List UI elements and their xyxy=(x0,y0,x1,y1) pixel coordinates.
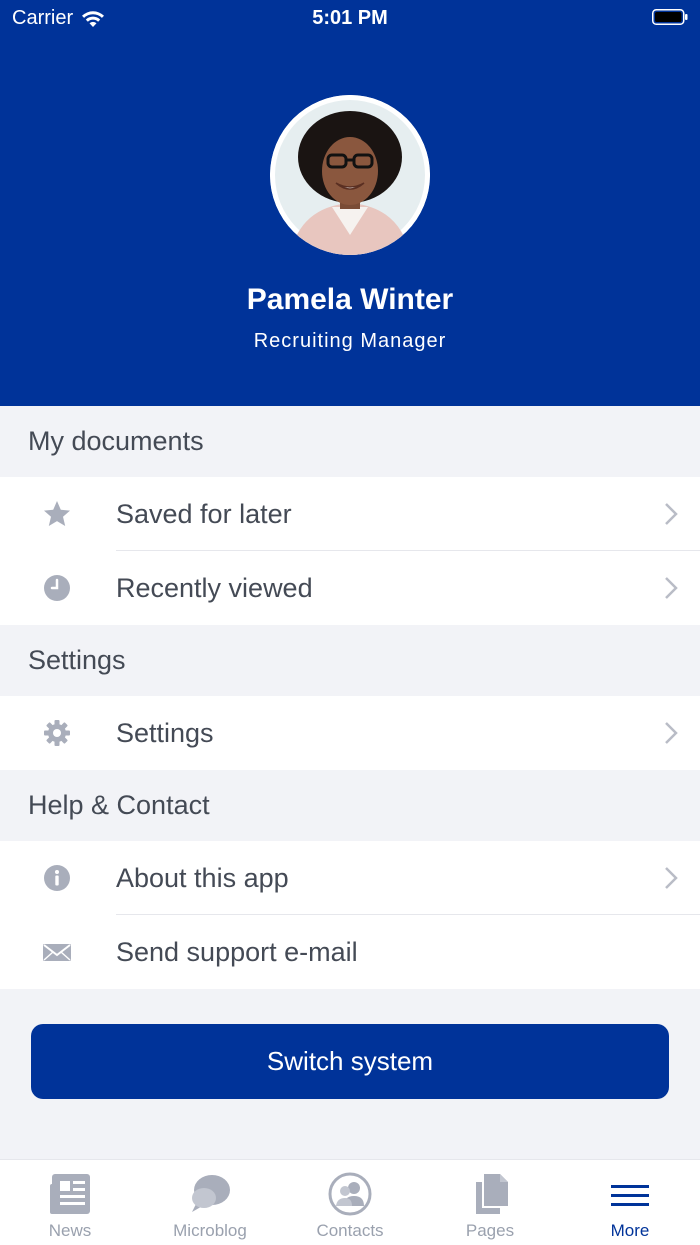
pages-icon xyxy=(476,1174,508,1214)
profile-name: Pamela Winter xyxy=(246,283,454,316)
profile-header: Pamela Winter Recruiting Manager xyxy=(0,0,700,406)
section-header-my-documents: My documents xyxy=(0,406,700,476)
row-saved-for-later[interactable]: Saved for later xyxy=(0,477,700,551)
row-label: About this app xyxy=(116,863,289,893)
row-label: Send support e-mail xyxy=(116,937,358,967)
tab-microblog[interactable]: Microblog xyxy=(140,1160,280,1245)
switch-system-label: Switch system xyxy=(266,1046,434,1076)
row-label: Saved for later xyxy=(116,499,292,529)
battery-icon xyxy=(652,9,688,25)
tab-pages[interactable]: Pages xyxy=(420,1160,560,1245)
avatar-image xyxy=(270,95,430,255)
tab-more[interactable]: More xyxy=(560,1160,700,1245)
row-settings[interactable]: Settings xyxy=(0,696,700,770)
tab-label: More xyxy=(610,1221,650,1240)
status-time: 5:01 PM xyxy=(312,7,388,29)
newspaper-icon xyxy=(50,1174,90,1214)
tab-label: Pages xyxy=(465,1221,515,1240)
row-about-this-app[interactable]: About this app xyxy=(0,841,700,915)
section-header-help-contact: Help & Contact xyxy=(0,770,700,840)
row-label: Recently viewed xyxy=(116,573,313,603)
switch-system-button[interactable]: Switch system xyxy=(31,1024,669,1099)
profile-role: Recruiting Manager xyxy=(253,330,447,352)
tab-bar: News Microblog Contacts Pages More xyxy=(0,1159,700,1245)
section-header-settings: Settings xyxy=(0,625,700,695)
tab-news[interactable]: News xyxy=(0,1160,140,1245)
row-send-support-email[interactable]: Send support e-mail xyxy=(0,915,700,989)
menu-icon xyxy=(611,1185,649,1206)
chevron-right-icon xyxy=(665,867,678,889)
gear-icon xyxy=(44,720,70,746)
chevron-right-icon xyxy=(665,722,678,744)
chevron-right-icon xyxy=(665,577,678,599)
section-title: Settings xyxy=(28,645,126,675)
row-label: Settings xyxy=(116,718,214,748)
row-recently-viewed[interactable]: Recently viewed xyxy=(0,551,700,625)
avatar xyxy=(270,95,430,255)
chat-bubble-icon xyxy=(192,1175,230,1212)
clock-icon xyxy=(44,575,70,601)
contacts-icon xyxy=(328,1172,372,1216)
mail-icon xyxy=(43,944,71,961)
tab-label: Microblog xyxy=(173,1221,247,1240)
tab-contacts[interactable]: Contacts xyxy=(280,1160,420,1245)
section-title: My documents xyxy=(28,426,204,456)
chevron-right-icon xyxy=(665,503,678,525)
tab-label: News xyxy=(48,1221,92,1240)
section-title: Help & Contact xyxy=(28,790,210,820)
status-bar: Carrier 5:01 PM xyxy=(0,0,700,36)
tab-label: Contacts xyxy=(316,1221,384,1240)
star-icon xyxy=(44,501,70,526)
info-icon xyxy=(44,865,70,891)
